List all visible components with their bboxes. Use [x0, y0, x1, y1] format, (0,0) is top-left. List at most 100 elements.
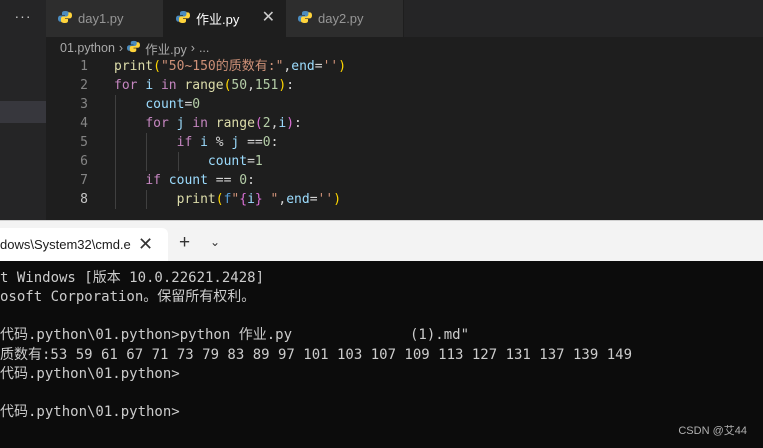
code-token: % — [207, 135, 232, 150]
close-tab-icon[interactable]: ✕ — [262, 9, 275, 27]
code-token: { — [239, 192, 248, 207]
breadcrumb-folder[interactable]: 01.python — [60, 41, 115, 55]
code-text: print("50~150的质数有:",end='') — [114, 57, 346, 76]
code-token: count — [168, 173, 208, 188]
breadcrumb-file[interactable]: 作业.py — [145, 39, 187, 58]
code-token: = — [314, 59, 323, 74]
code-token: count — [145, 97, 185, 112]
breadcrumb-more[interactable]: ... — [199, 41, 209, 55]
line-number: 8 — [80, 192, 88, 207]
code-token: " — [262, 192, 279, 207]
code-line[interactable]: 4 for j in range(2,i): — [46, 114, 763, 133]
code-token: '' — [317, 192, 334, 207]
code-token: ) — [333, 192, 342, 207]
code-token: == — [207, 173, 240, 188]
code-line[interactable]: 6 count=1 — [46, 152, 763, 171]
code-line[interactable]: 7 if count == 0: — [46, 171, 763, 190]
code-token: 50 — [231, 78, 248, 93]
tab-label: 作业.py — [196, 12, 240, 27]
python-icon — [176, 10, 190, 27]
python-icon — [127, 40, 141, 56]
tab-day2[interactable]: day2.py — [286, 0, 404, 37]
line-number: 3 — [80, 97, 88, 112]
code-token: 0 — [239, 173, 248, 188]
code-token: : — [286, 78, 295, 93]
code-token: 2 — [262, 116, 271, 131]
cmd-tab[interactable]: dows\System32\cmd.e ✕ — [0, 228, 168, 261]
code-text: count=0 — [114, 95, 200, 114]
chevron-right-icon: › — [118, 41, 124, 55]
code-token: print — [114, 59, 154, 74]
code-text: if count == 0: — [114, 171, 255, 190]
code-editor: ··· day1.py 作业.py ✕ day2.py 01.python › — [0, 0, 763, 220]
code-token: i — [200, 135, 208, 150]
python-icon — [58, 10, 72, 27]
code-line[interactable]: 2 for i in range(50,151): — [46, 76, 763, 95]
code-token: 0 — [262, 135, 271, 150]
cmd-tab-title: dows\System32\cmd.e — [0, 237, 131, 252]
line-number: 7 — [80, 173, 88, 188]
tab-label: day1.py — [78, 11, 124, 26]
terminal-line: 代码.python\01.python> — [0, 404, 180, 420]
code-token: range — [184, 78, 224, 93]
line-number: 2 — [80, 78, 88, 93]
code-token: , — [247, 78, 255, 93]
code-text: print(f"{i} ",end='') — [114, 190, 341, 209]
code-token: for — [114, 78, 138, 93]
code-line[interactable]: 3 count=0 — [46, 95, 763, 114]
editor-tab-bar: day1.py 作业.py ✕ day2.py — [46, 0, 763, 37]
code-token: print — [176, 192, 216, 207]
code-token: ) — [286, 116, 295, 131]
code-token: end — [291, 59, 315, 74]
code-token: 0 — [192, 97, 201, 112]
more-actions-button[interactable]: ··· — [0, 8, 46, 24]
code-token: ( — [153, 59, 161, 74]
breadcrumb: 01.python › 作业.py › ... — [60, 38, 209, 58]
code-area[interactable]: 1 print("50~150的质数有:",end='') 2 for i in ra… — [46, 57, 763, 209]
chevron-right-icon: › — [190, 41, 195, 55]
code-token: ) — [338, 59, 347, 74]
code-token: = — [309, 192, 318, 207]
code-line[interactable]: 1 print("50~150的质数有:",end='') — [46, 57, 763, 76]
watermark: CSDN @艾44 — [678, 425, 747, 437]
terminal-line: 代码.python\01.python> — [0, 366, 180, 382]
code-token: for — [145, 116, 169, 131]
code-token: ( — [254, 116, 263, 131]
code-line[interactable]: 8 print(f"{i} ",end='') — [46, 190, 763, 209]
code-token: } — [254, 192, 263, 207]
code-token: if — [145, 173, 161, 188]
code-text: if i % j ==0: — [114, 133, 279, 152]
code-token: i — [145, 78, 154, 93]
close-icon[interactable]: ✕ — [138, 234, 153, 255]
tab-day1[interactable]: day1.py — [46, 0, 164, 37]
code-token: 1 — [254, 154, 263, 169]
cmd-tab-bar: dows\System32\cmd.e ✕ + ⌄ — [0, 220, 763, 261]
code-line[interactable]: 5 if i % j ==0: — [46, 133, 763, 152]
chevron-down-icon[interactable]: ⌄ — [210, 235, 220, 249]
code-token: '' — [322, 59, 339, 74]
terminal-output[interactable]: CSDN @艾44 t Windows [版本 10.0.22621.2428]… — [0, 262, 763, 448]
code-token: if — [176, 135, 193, 150]
python-icon — [298, 10, 312, 27]
activity-bar: ··· — [0, 0, 46, 220]
code-token: : — [294, 116, 302, 131]
code-token: : — [247, 173, 255, 188]
code-token: ( — [215, 192, 224, 207]
code-token: in — [160, 78, 177, 93]
line-number: 4 — [80, 116, 88, 131]
line-number: 5 — [80, 135, 88, 150]
line-number: 1 — [80, 59, 88, 74]
terminal-line: osoft Corporation。保留所有权利。 — [0, 289, 256, 305]
code-token: in — [192, 116, 208, 131]
tab-zuoye[interactable]: 作业.py ✕ — [164, 0, 286, 37]
code-token: 151 — [254, 78, 279, 93]
new-tab-button[interactable]: + — [179, 232, 190, 254]
